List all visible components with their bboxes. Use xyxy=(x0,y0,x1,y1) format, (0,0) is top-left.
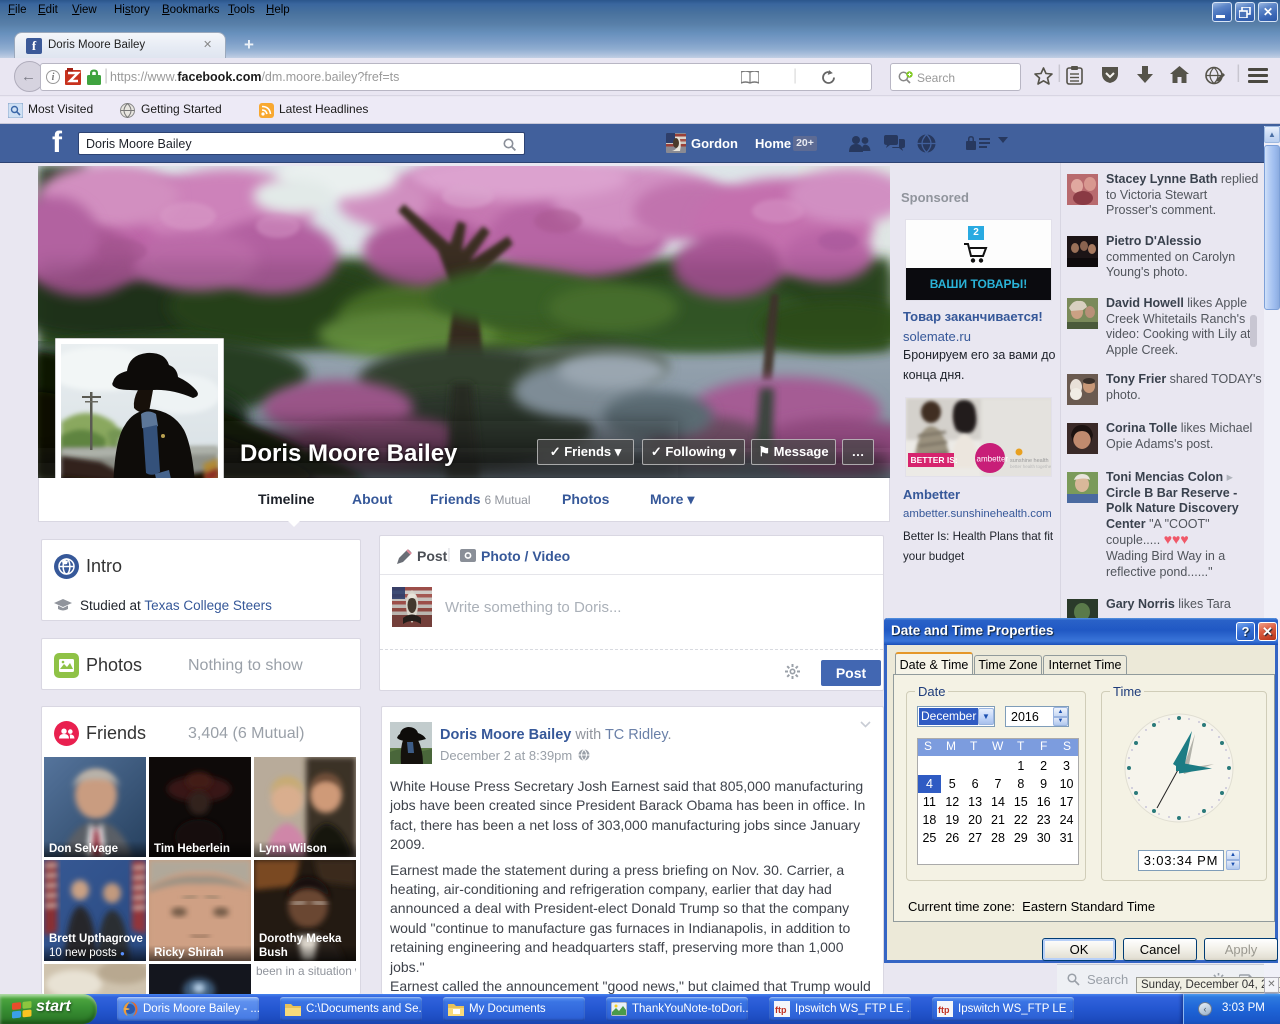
svg-text:ftp: ftp xyxy=(938,1005,950,1015)
svg-text:better health together: better health together xyxy=(1010,464,1052,469)
svg-text:BETTER IS:: BETTER IS: xyxy=(911,455,958,465)
svg-text:ftp: ftp xyxy=(775,1005,787,1015)
svg-text:ambetter: ambetter xyxy=(977,455,1009,464)
